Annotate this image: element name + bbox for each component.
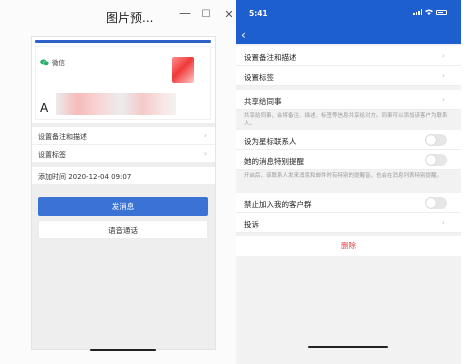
window-title: 图片预...: [106, 11, 154, 25]
chevron-right-icon: ›: [203, 131, 207, 140]
chevron-right-icon: ›: [203, 149, 207, 158]
remind-note: 开启后，该联系人发来消息和邮件时有特别的提醒音，也会在消息列表特别提醒。: [244, 173, 443, 179]
wechat-text: 微信: [52, 59, 65, 67]
signal-icon: [413, 9, 422, 15]
share-note: 共享给同事，会将备注、描述、标签等信息共享给对方。同事可以添加该客户为联系人。: [244, 113, 448, 127]
row-added-time: 添加时间 2020-12-04 09:07: [32, 167, 215, 185]
row-label: 设为星标联系人: [244, 137, 297, 146]
chevron-right-icon: ›: [441, 71, 445, 80]
row-label: 设置标签: [244, 73, 274, 82]
home-indicator: [308, 346, 388, 348]
remind-toggle[interactable]: [425, 154, 447, 166]
minimize-button[interactable]: —: [178, 7, 192, 22]
row-report[interactable]: 投诉 ›: [236, 213, 461, 233]
status-time: 5:41: [249, 9, 268, 18]
voice-call-button[interactable]: 语音通话: [38, 220, 208, 239]
chevron-right-icon: ›: [441, 51, 445, 60]
wechat-icon: [40, 59, 49, 66]
avatar: [172, 57, 194, 83]
row-star-contact: 设为星标联系人: [236, 130, 461, 150]
chevron-right-icon: ›: [441, 95, 445, 104]
row-label: 设置标签: [38, 151, 66, 159]
row-label: 添加时间 2020-12-04 09:07: [38, 173, 132, 181]
row-label: 设置备注和描述: [244, 53, 297, 62]
row-label: 投诉: [244, 220, 259, 229]
row-set-tags[interactable]: 设置标签 ›: [236, 66, 461, 86]
row-label: 共享给同事: [244, 97, 282, 106]
maximize-button[interactable]: ☐: [199, 8, 213, 22]
photo-preview-window: 图片预... — ☐ ✕ 微信 A 设置备注和描述 › 设置标签 › 添加时间 …: [0, 0, 236, 364]
block-toggle[interactable]: [425, 197, 447, 209]
status-icons: [413, 9, 447, 15]
navigation-bar: 5:41 ‹: [236, 0, 461, 44]
wechat-label: 微信: [40, 57, 65, 67]
send-message-button[interactable]: 发消息: [38, 197, 208, 216]
page-edge: [461, 0, 470, 364]
row-block-customer-group: 禁止加入我的客户群: [236, 193, 461, 213]
contact-settings-screenshot-right: 5:41 ‹ 设置备注和描述 › 设置标签 › 共享给同事 › 共享给同事，会将…: [236, 0, 461, 364]
row-label: 设置备注和描述: [38, 133, 87, 141]
row-set-remark[interactable]: 设置备注和描述 ›: [236, 46, 461, 66]
card-top-bar: [35, 40, 211, 43]
row-share-colleague[interactable]: 共享给同事 ›: [236, 90, 461, 110]
delete-button[interactable]: 删除: [236, 236, 461, 256]
home-indicator: [90, 349, 156, 351]
chevron-right-icon: ›: [441, 218, 445, 227]
contact-name-initial: A: [40, 101, 49, 115]
window-titlebar[interactable]: 图片预... — ☐ ✕: [0, 0, 236, 30]
contact-card: 微信 A: [32, 37, 215, 123]
row-special-remind: 她的消息特别提醒: [236, 150, 461, 170]
close-button[interactable]: ✕: [222, 8, 236, 22]
back-icon[interactable]: ‹: [241, 28, 246, 42]
contact-name-redacted: [56, 93, 176, 115]
row-label: 她的消息特别提醒: [244, 157, 304, 166]
wifi-icon: [425, 9, 433, 15]
battery-icon: [436, 9, 447, 15]
contact-profile-screenshot-left: 微信 A 设置备注和描述 › 设置标签 › 添加时间 2020-12-04 09…: [31, 36, 216, 351]
star-toggle[interactable]: [425, 134, 447, 146]
row-set-remark[interactable]: 设置备注和描述 ›: [32, 127, 215, 145]
row-label: 禁止加入我的客户群: [244, 200, 312, 209]
row-set-tags[interactable]: 设置标签 ›: [32, 145, 215, 163]
